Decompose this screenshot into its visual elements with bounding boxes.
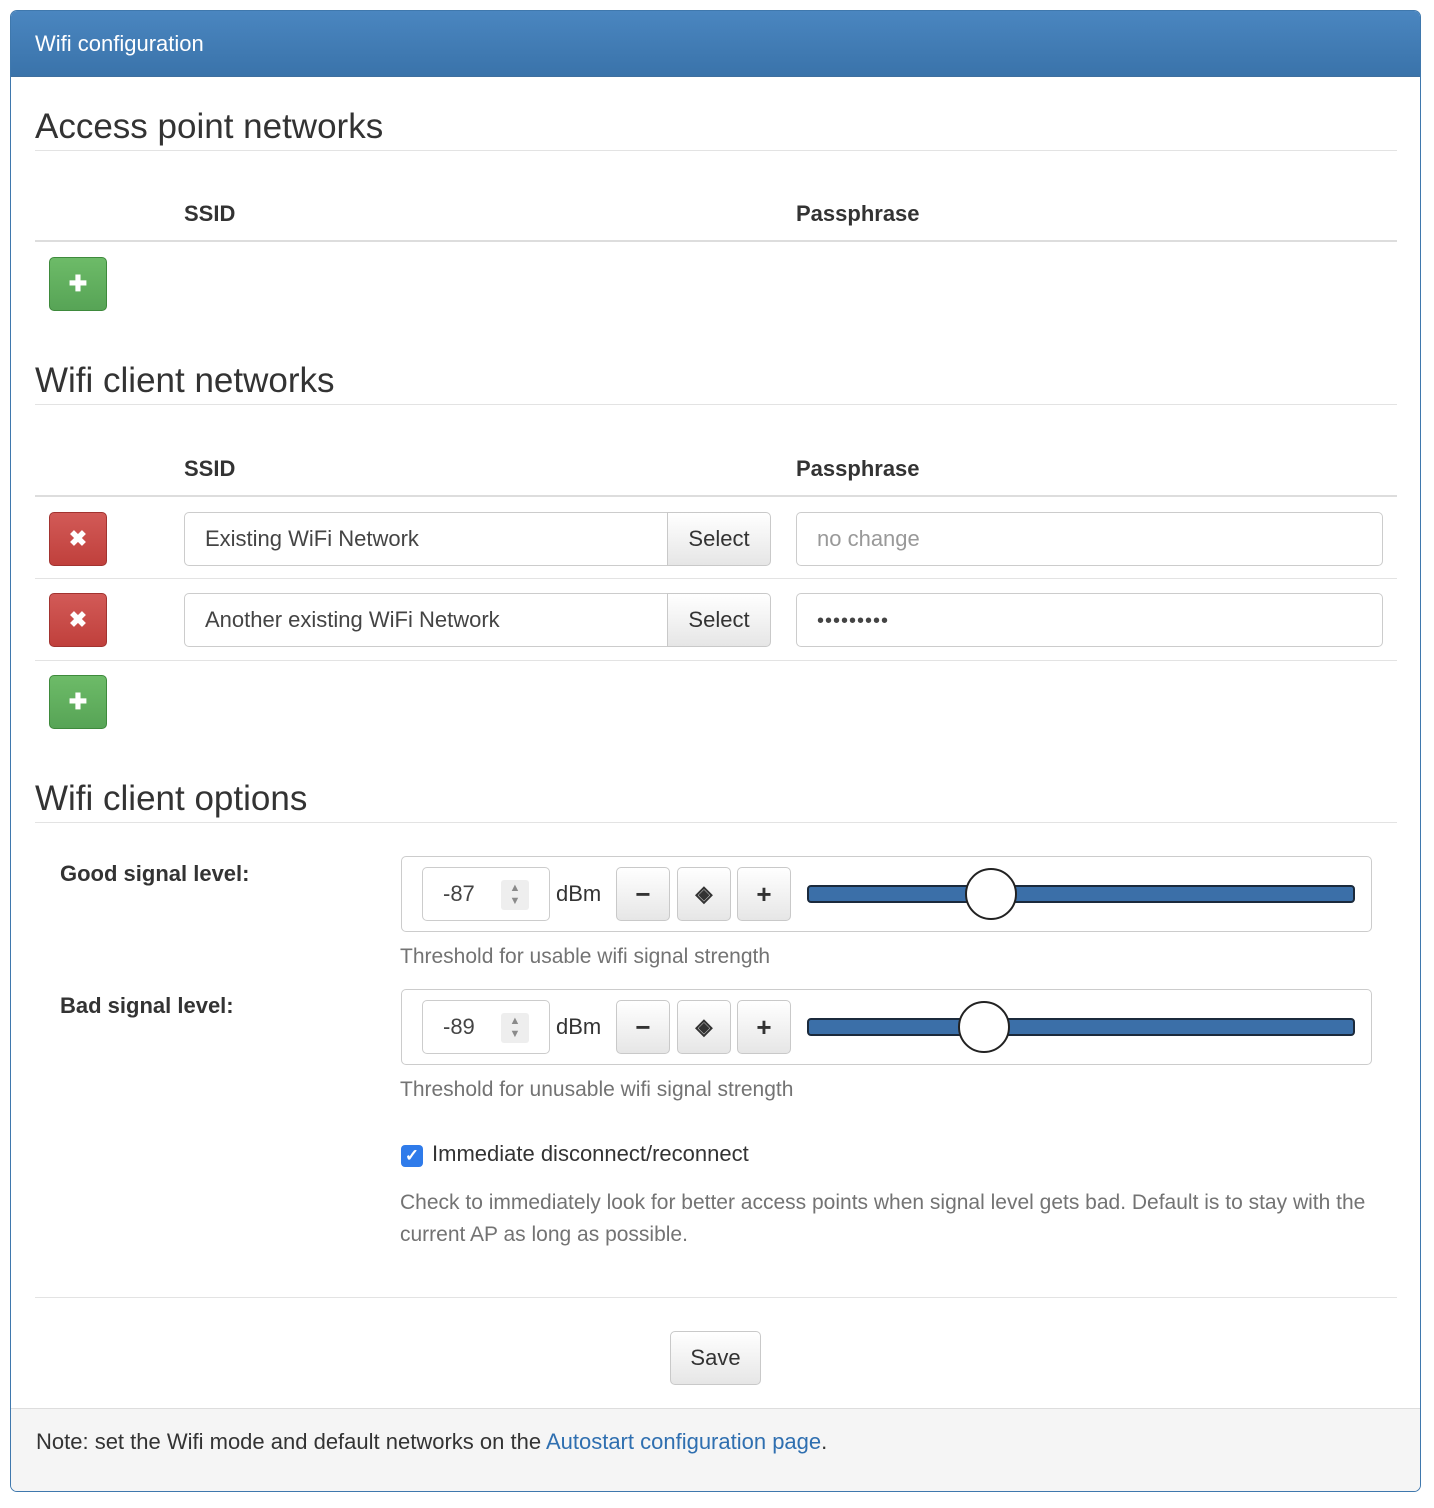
divider (35, 660, 1397, 661)
options-section-title: Wifi client options (35, 779, 308, 818)
select-ssid-button[interactable]: Select (667, 593, 771, 647)
good-signal-label: Good signal level: (60, 861, 250, 886)
bad-signal-label: Bad signal level: (60, 993, 234, 1018)
good-signal-control: -87 ▲ ▼ dBm − ◈ + (401, 856, 1372, 932)
add-ap-network-button[interactable]: ✚ (49, 257, 107, 311)
panel-footer: Note: set the Wifi mode and default netw… (11, 1408, 1420, 1491)
divider (35, 404, 1397, 405)
divider (35, 1297, 1397, 1298)
plus-icon: ✚ (68, 689, 88, 714)
unit-label: dBm (556, 1014, 602, 1039)
divider (35, 495, 1397, 497)
autostart-config-link[interactable]: Autostart configuration page (546, 1429, 821, 1454)
client-passphrase-header: Passphrase (796, 456, 920, 481)
passphrase-value: ••••••••• (817, 610, 890, 632)
bad-signal-control: -89 ▲ ▼ dBm − ◈ + (401, 989, 1372, 1065)
bad-signal-slider-handle[interactable] (958, 1001, 1010, 1053)
good-signal-help: Threshold for usable wifi signal strengt… (400, 945, 771, 968)
remove-network-button[interactable]: ✖ (49, 593, 107, 647)
ap-section-title: Access point networks (35, 107, 384, 146)
client-section-title: Wifi client networks (35, 361, 335, 400)
bad-signal-help: Threshold for unusable wifi signal stren… (400, 1078, 794, 1101)
passphrase-input[interactable]: ••••••••• (796, 593, 1383, 647)
close-icon: ✖ (68, 607, 88, 632)
close-icon: ✖ (68, 526, 88, 551)
immediate-checkbox[interactable]: ✓ (401, 1145, 423, 1167)
bad-signal-slider-track[interactable] (807, 1018, 1355, 1036)
divider (35, 578, 1397, 579)
remove-network-button[interactable]: ✖ (49, 512, 107, 566)
ssid-input[interactable]: Existing WiFi Network (184, 512, 668, 566)
save-button[interactable]: Save (670, 1331, 761, 1385)
bad-signal-input[interactable]: -89 ▲ ▼ (422, 1000, 550, 1054)
select-ssid-button[interactable]: Select (667, 512, 771, 566)
ap-passphrase-header: Passphrase (796, 201, 920, 226)
ssid-input[interactable]: Another existing WiFi Network (184, 593, 668, 647)
bad-signal-value: -89 (443, 1014, 475, 1039)
decrement-button[interactable]: − (616, 867, 670, 921)
spinner-icon[interactable]: ▲ ▼ (501, 880, 529, 910)
footer-note: Note: set the Wifi mode and default netw… (36, 1409, 827, 1475)
spinner-icon[interactable]: ▲ ▼ (501, 1013, 529, 1043)
footer-note-suffix: . (821, 1429, 828, 1454)
plus-icon: ✚ (68, 271, 88, 296)
divider (35, 150, 1397, 151)
client-ssid-header: SSID (184, 456, 236, 481)
add-client-network-button[interactable]: ✚ (49, 675, 107, 729)
immediate-label[interactable]: Immediate disconnect/reconnect (432, 1141, 749, 1167)
good-signal-slider-track[interactable] (807, 885, 1355, 903)
passphrase-input[interactable]: no change (796, 512, 1383, 566)
increment-button[interactable]: + (737, 1000, 791, 1054)
reset-button[interactable]: ◈ (677, 867, 731, 921)
increment-button[interactable]: + (737, 867, 791, 921)
good-signal-input[interactable]: -87 ▲ ▼ (422, 867, 550, 921)
reset-button[interactable]: ◈ (677, 1000, 731, 1054)
unit-label: dBm (556, 881, 602, 906)
panel-title: Wifi configuration (11, 11, 1420, 77)
passphrase-placeholder: no change (817, 526, 920, 551)
immediate-help: Check to immediately look for better acc… (400, 1191, 1366, 1246)
ap-ssid-header: SSID (184, 201, 236, 226)
good-signal-value: -87 (443, 881, 475, 906)
divider (35, 822, 1397, 823)
footer-note-text: Note: set the Wifi mode and default netw… (36, 1429, 546, 1454)
divider (35, 240, 1397, 242)
decrement-button[interactable]: − (616, 1000, 670, 1054)
good-signal-slider-handle[interactable] (965, 868, 1017, 920)
wifi-config-panel: Wifi configuration Access point networks… (10, 10, 1421, 1492)
